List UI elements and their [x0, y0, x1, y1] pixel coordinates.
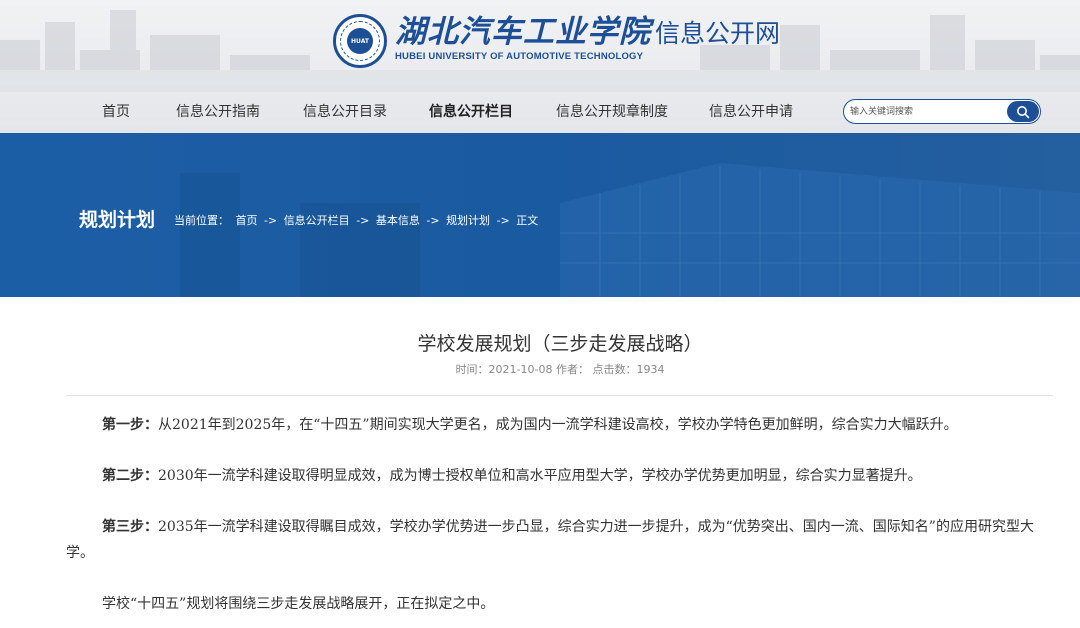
paragraph-text: 从2021年到2025年，在“十四五”期间实现大学更名，成为国内一流学科建设高校… [158, 417, 958, 433]
logo-chinese-name: 湖北汽车工业学院 [395, 14, 651, 50]
nav-item-guide[interactable]: 信息公开指南 [176, 92, 260, 133]
article-meta: 时间：2021-10-08 作者： 点击数：1934 [455, 363, 665, 376]
logo-english-name: HUBEI UNIVERSITY OF AUTOMOTIVE TECHNOLOG… [395, 51, 644, 62]
breadcrumb-current: 正文 [516, 214, 539, 227]
divider [66, 395, 1053, 396]
nav-item-home[interactable]: 首页 [102, 92, 130, 133]
nav-item-application[interactable]: 信息公开申请 [709, 92, 793, 133]
nav-item-columns[interactable]: 信息公开栏目 [429, 92, 513, 133]
breadcrumb-separator: -> [356, 214, 370, 227]
search-box [843, 99, 1041, 124]
breadcrumb-home[interactable]: 首页 [236, 214, 258, 227]
page-banner: 规划计划 当前位置： 首页 -> 信息公开栏目 -> 基本信息 -> 规划计划 … [0, 133, 1080, 297]
breadcrumb-basic-info[interactable]: 基本信息 [376, 214, 420, 227]
breadcrumb-separator: -> [496, 214, 510, 227]
article-paragraph: 第三步：2035年一流学科建设取得瞩目成效，学校办学优势进一步凸显，综合实力进一… [66, 514, 1056, 566]
paragraph-text: 2035年一流学科建设取得瞩目成效，学校办学优势进一步凸显，综合实力进一步提升，… [66, 519, 1034, 561]
search-input[interactable] [850, 103, 1000, 121]
breadcrumb-label: 当前位置： [174, 214, 229, 227]
university-emblem-icon: HUAT [333, 14, 387, 68]
nav-item-catalog[interactable]: 信息公开目录 [303, 92, 387, 133]
paragraph-text: 2030年一流学科建设取得明显成效，成为博士授权单位和高水平应用型大学，学校办学… [158, 468, 922, 484]
breadcrumb: 当前位置： 首页 -> 信息公开栏目 -> 基本信息 -> 规划计划 -> 正文 [174, 212, 541, 228]
breadcrumb-info-columns[interactable]: 信息公开栏目 [284, 214, 350, 227]
article-paragraph: 第一步：从2021年到2025年，在“十四五”期间实现大学更名，成为国内一流学科… [66, 412, 1056, 438]
article-paragraph: 第二步：2030年一流学科建设取得明显成效，成为博士授权单位和高水平应用型大学，… [66, 463, 1056, 489]
article-title: 学校发展规划（三步走发展战略） [417, 333, 703, 355]
section-title: 规划计划 [79, 209, 156, 231]
paragraph-text: 学校“十四五”规划将围绕三步走发展战略展开，正在拟定之中。 [102, 596, 495, 612]
emblem-text: HUAT [347, 28, 373, 54]
paragraph-label: 第三步： [102, 519, 158, 535]
nav-item-regulations[interactable]: 信息公开规章制度 [556, 92, 668, 133]
site-logo[interactable]: HUAT 湖北汽车工业学院 信息公开网 HUBEI UNIVERSITY OF … [333, 14, 780, 70]
search-button[interactable] [1007, 101, 1039, 122]
breadcrumb-separator: -> [426, 214, 440, 227]
article-paragraph: 学校“十四五”规划将围绕三步走发展战略展开，正在拟定之中。 [66, 591, 1056, 617]
breadcrumb-separator: -> [264, 214, 278, 227]
search-icon [1017, 105, 1030, 118]
paragraph-label: 第一步： [102, 417, 158, 433]
breadcrumb-planning[interactable]: 规划计划 [446, 214, 490, 227]
logo-site-name: 信息公开网 [655, 19, 781, 48]
paragraph-label: 第二步： [102, 468, 158, 484]
